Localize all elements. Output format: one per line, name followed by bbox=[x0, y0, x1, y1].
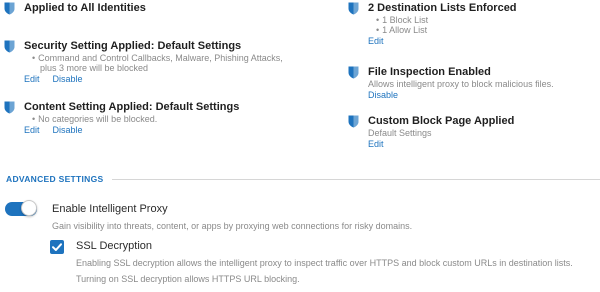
edit-destinations-link[interactable]: Edit bbox=[368, 36, 384, 47]
ssl-decryption-description: Enabling SSL decryption allows the intel… bbox=[76, 258, 573, 268]
shield-icon bbox=[348, 66, 359, 79]
shield-icon bbox=[4, 40, 15, 53]
toggle-knob bbox=[21, 200, 37, 216]
intelligent-proxy-description: Gain visibility into threats, content, o… bbox=[52, 221, 413, 231]
identities-block: Applied to All Identities bbox=[4, 2, 146, 15]
edit-content-link[interactable]: Edit bbox=[24, 125, 40, 136]
list-item-more: plus 3 more will be blocked bbox=[40, 63, 149, 73]
file-inspection-title: File Inspection Enabled bbox=[368, 66, 491, 78]
block-page-actions: Edit bbox=[368, 139, 514, 150]
disable-file-inspection-link[interactable]: Disable bbox=[368, 90, 398, 101]
intelligent-proxy-label: Enable Intelligent Proxy bbox=[52, 203, 168, 215]
ssl-decryption-label: SSL Decryption bbox=[76, 240, 153, 252]
edit-security-link[interactable]: Edit bbox=[24, 74, 40, 85]
intelligent-proxy-toggle[interactable] bbox=[5, 200, 37, 216]
policy-summary-page: Applied to All Identities Security Setti… bbox=[0, 0, 600, 292]
shield-icon bbox=[4, 2, 15, 15]
disable-content-link[interactable]: Disable bbox=[53, 125, 83, 136]
block-page-block: Custom Block Page Applied Default Settin… bbox=[348, 115, 514, 150]
content-setting-list: • No categories will be blocked. bbox=[24, 114, 239, 124]
content-setting-title: Content Setting Applied: Default Setting… bbox=[24, 101, 240, 113]
disable-security-link[interactable]: Disable bbox=[53, 74, 83, 85]
file-inspection-block: File Inspection Enabled Allows intellige… bbox=[348, 66, 554, 101]
list-item: • No categories will be blocked. bbox=[32, 114, 158, 124]
destination-lists-title: 2 Destination Lists Enforced bbox=[368, 2, 517, 14]
checkmark-icon bbox=[52, 243, 62, 251]
security-setting-list: • Command and Control Callbacks, Malware,… bbox=[24, 53, 283, 73]
block-page-title: Custom Block Page Applied bbox=[368, 115, 515, 127]
destination-lists-actions: Edit bbox=[368, 36, 517, 47]
file-inspection-actions: Disable bbox=[368, 90, 554, 101]
ssl-decryption-note: Turning on SSL decryption allows HTTPS U… bbox=[76, 274, 300, 284]
destination-lists-block: 2 Destination Lists Enforced • 1 Block Li… bbox=[348, 2, 517, 47]
advanced-settings-header: ADVANCED SETTINGS bbox=[0, 173, 600, 185]
content-setting-block: Content Setting Applied: Default Setting… bbox=[4, 101, 239, 136]
identities-title: Applied to All Identities bbox=[24, 2, 146, 14]
advanced-settings-label: ADVANCED SETTINGS bbox=[6, 174, 104, 184]
content-setting-actions: Edit Disable bbox=[24, 125, 239, 136]
shield-icon bbox=[348, 2, 359, 15]
edit-block-page-link[interactable]: Edit bbox=[368, 139, 384, 150]
list-item: • 1 Allow List bbox=[376, 25, 428, 35]
section-divider bbox=[111, 178, 600, 180]
file-inspection-description: Allows intelligent proxy to block malici… bbox=[368, 79, 554, 89]
shield-icon bbox=[4, 101, 15, 114]
shield-icon bbox=[348, 115, 359, 128]
block-page-description: Default Settings bbox=[368, 128, 432, 138]
security-setting-block: Security Setting Applied: Default Settin… bbox=[4, 40, 283, 85]
ssl-decryption-checkbox[interactable] bbox=[50, 240, 64, 254]
list-item: • Command and Control Callbacks, Malware,… bbox=[32, 53, 283, 63]
security-setting-actions: Edit Disable bbox=[24, 74, 283, 85]
security-setting-title: Security Setting Applied: Default Settin… bbox=[24, 40, 242, 52]
destination-lists-list: • 1 Block List • 1 Allow List bbox=[368, 15, 517, 35]
list-item: • 1 Block List bbox=[376, 15, 429, 25]
